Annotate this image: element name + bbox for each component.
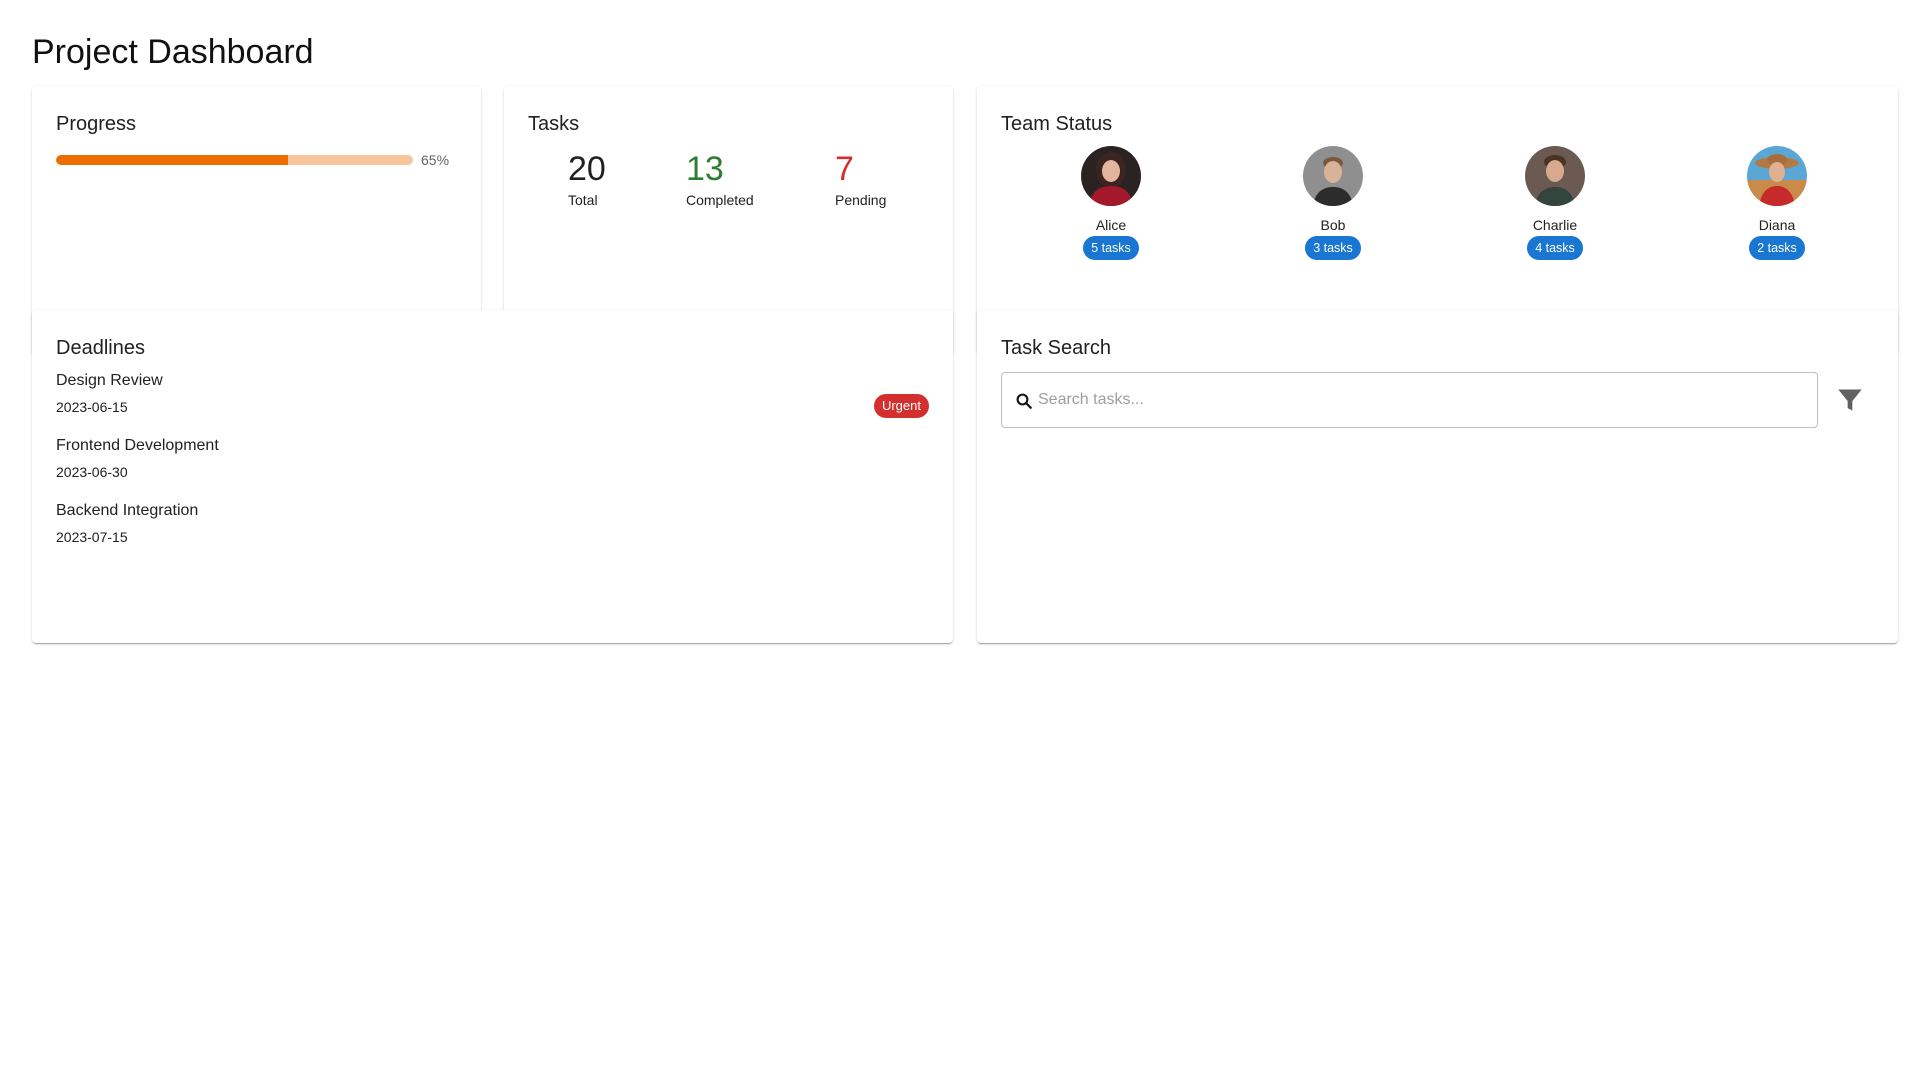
avatar-photo-icon (1525, 146, 1585, 206)
search-row (1001, 372, 1874, 428)
task-search-card-title: Task Search (1001, 337, 1112, 359)
task-count-badge: 2 tasks (1749, 236, 1805, 260)
team-status-card-title: Team Status (1001, 113, 1113, 135)
tasks-card-title: Tasks (528, 113, 580, 135)
stat-total-label: Total (568, 192, 598, 208)
team-member-diana[interactable]: Diana 2 tasks (1717, 146, 1837, 260)
deadline-item[interactable]: Frontend Development 2023-06-30 (56, 435, 929, 482)
deadline-name: Frontend Development (56, 437, 219, 454)
stat-completed-label: Completed (686, 192, 754, 208)
team-member-name: Diana (1758, 217, 1796, 233)
urgent-badge: Urgent (873, 394, 929, 418)
dashboard-page: Project Dashboard Progress 65% Tasks 20 … (0, 0, 1920, 1080)
deadline-list: Design Review 2023-06-15 Urgent Frontend… (56, 370, 929, 547)
team-member-name: Alice (1095, 217, 1127, 233)
stat-pending-label: Pending (835, 192, 887, 208)
deadline-item[interactable]: Design Review 2023-06-15 Urgent (56, 370, 929, 418)
avatar (1081, 146, 1141, 206)
avatar-photo-icon (1303, 146, 1363, 206)
team-member-list: Alice 5 tasks Bob 3 tasks Charlie 4 task… (1001, 146, 1874, 266)
deadlines-card: Deadlines Design Review 2023-06-15 Urgen… (32, 310, 953, 643)
deadline-date: 2023-07-15 (56, 529, 128, 545)
task-count-badge: 3 tasks (1305, 236, 1361, 260)
stat-pending: 7 Pending (835, 148, 886, 208)
page-title: Project Dashboard (32, 33, 314, 71)
deadlines-card-title: Deadlines (56, 337, 145, 359)
progress-percent-label: 65% (421, 152, 450, 168)
deadline-name: Backend Integration (56, 502, 199, 519)
task-count-badge: 5 tasks (1083, 236, 1139, 260)
avatar (1747, 146, 1807, 206)
task-stats: 20 Total 13 Completed 7 Pending (528, 148, 929, 218)
filter-icon (1838, 389, 1862, 411)
deadline-date: 2023-06-30 (56, 464, 128, 480)
filter-button[interactable] (1826, 376, 1874, 424)
avatar (1525, 146, 1585, 206)
task-count-badge: 4 tasks (1527, 236, 1583, 260)
progress-card-title: Progress (56, 113, 137, 135)
progress-bar (56, 155, 413, 165)
stat-pending-value: 7 (835, 150, 854, 188)
task-search-card: Task Search (977, 310, 1898, 643)
avatar (1303, 146, 1363, 206)
team-member-alice[interactable]: Alice 5 tasks (1051, 146, 1171, 260)
team-member-name: Bob (1320, 217, 1346, 233)
avatar-photo-icon (1747, 146, 1807, 206)
search-box[interactable] (1001, 372, 1819, 428)
stat-total: 20 Total (568, 148, 606, 208)
stat-completed-value: 13 (686, 150, 724, 188)
search-icon (1016, 393, 1032, 409)
deadline-name: Design Review (56, 372, 163, 389)
team-member-name: Charlie (1532, 217, 1578, 233)
progress-bar-fill (56, 155, 289, 165)
deadline-item[interactable]: Backend Integration 2023-07-15 (56, 500, 929, 547)
team-member-charlie[interactable]: Charlie 4 tasks (1495, 146, 1615, 260)
avatar-photo-icon (1081, 146, 1141, 206)
stat-total-value: 20 (568, 150, 606, 188)
search-input[interactable] (1002, 373, 1818, 427)
deadline-date: 2023-06-15 (56, 399, 128, 415)
progress-row: 65% (56, 150, 457, 170)
stat-completed: 13 Completed (686, 148, 754, 208)
team-member-bob[interactable]: Bob 3 tasks (1273, 146, 1393, 260)
